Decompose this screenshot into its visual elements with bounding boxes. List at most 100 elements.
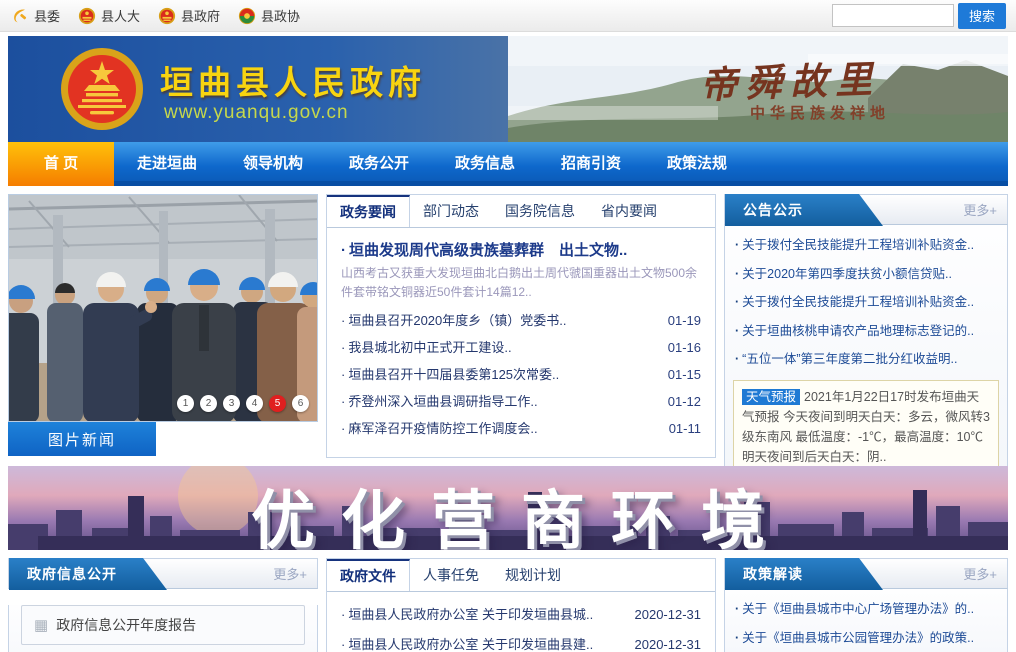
topbar-link-county-cppcc[interactable]: 县政协 bbox=[238, 6, 300, 25]
policy-item[interactable]: 关于《垣曲县城市公园管理办法》的政策.. bbox=[735, 624, 997, 652]
annual-report-label: 政府信息公开年度报告 bbox=[56, 615, 196, 635]
cppcc-emblem-icon bbox=[238, 7, 256, 25]
doc-item[interactable]: 垣曲县人民政府办公室 关于印发垣曲县建..2020-12-31 bbox=[341, 630, 701, 652]
tab-personnel[interactable]: 人事任免 bbox=[410, 559, 492, 591]
doc-item[interactable]: 垣曲县人民政府办公室 关于印发垣曲县城..2020-12-31 bbox=[341, 600, 701, 630]
topbar-link-county-committee[interactable]: 县委 bbox=[10, 6, 60, 25]
carousel-dot-1[interactable]: 1 bbox=[177, 395, 194, 412]
notice-item[interactable]: 关于拨付全民技能提升工程培训补贴资金.. bbox=[735, 288, 997, 317]
carousel-dot-6[interactable]: 6 bbox=[292, 395, 309, 412]
topbar-link-county-government[interactable]: 县政府 bbox=[158, 6, 220, 25]
page: 县委 县人大 县政府 县政协 搜索 bbox=[0, 0, 1016, 652]
info-disclosure-panel: 政府信息公开 更多+ ▦ 政府信息公开年度报告 bbox=[8, 558, 318, 652]
info-panel-header: 政府信息公开 更多+ bbox=[8, 558, 318, 589]
notice-item[interactable]: 关于拨付全民技能提升工程培训补贴资金.. bbox=[735, 231, 997, 260]
news-item[interactable]: 麻军泽召开疫情防控工作调度会..01-11 bbox=[341, 415, 701, 442]
gov-documents-panel: 政府文件 人事任免 规划计划 垣曲县人民政府办公室 关于印发垣曲县城..2020… bbox=[326, 558, 716, 652]
search-button[interactable]: 搜索 bbox=[958, 3, 1006, 29]
info-more-link[interactable]: 更多+ bbox=[273, 559, 307, 590]
search-area: 搜索 bbox=[832, 3, 1006, 29]
topbar-link-label: 县政府 bbox=[181, 6, 220, 25]
national-emblem-icon bbox=[78, 7, 96, 25]
notice-panel: 公告公示 更多+ 关于拨付全民技能提升工程培训补贴资金.. 关于2020年第四季… bbox=[724, 194, 1008, 458]
news-item[interactable]: 我县城北初中正式开工建设..01-16 bbox=[341, 334, 701, 361]
nav-item-policy-law[interactable]: 政策法规 bbox=[644, 142, 750, 186]
site-header: 垣曲县人民政府 www.yuanqu.gov.cn 帝舜故里 中华民族发祥地 bbox=[8, 36, 1008, 142]
carousel-dot-5[interactable]: 5 bbox=[269, 395, 286, 412]
notice-panel-title: 公告公示 bbox=[725, 194, 883, 226]
news-date: 01-11 bbox=[669, 415, 701, 442]
notice-item[interactable]: 关于2020年第四季度扶贫小额信贷贴.. bbox=[735, 260, 997, 289]
policy-panel-header: 政策解读 更多+ bbox=[724, 558, 1008, 589]
policy-list: 关于《垣曲县城市中心广场管理办法》的.. 关于《垣曲县城市公园管理办法》的政策.… bbox=[725, 589, 1007, 652]
search-input[interactable] bbox=[832, 4, 954, 27]
carousel-photo[interactable]: 1 2 3 4 5 6 bbox=[8, 194, 318, 422]
doc-date: 2020-12-31 bbox=[635, 600, 702, 630]
slogan-calligraphy: 帝舜故里 bbox=[699, 49, 881, 109]
tab-dept-updates[interactable]: 部门动态 bbox=[410, 195, 492, 227]
national-emblem-logo bbox=[60, 47, 144, 131]
tab-provincial-news[interactable]: 省内要闻 bbox=[588, 195, 670, 227]
photo-carousel: 1 2 3 4 5 6 图片新闻 bbox=[8, 194, 318, 458]
policy-item[interactable]: 关于《垣曲县城市中心广场管理办法》的.. bbox=[735, 595, 997, 624]
nav-item-leadership[interactable]: 领导机构 bbox=[220, 142, 326, 186]
notice-more-link[interactable]: 更多+ bbox=[963, 195, 997, 226]
carousel-dot-2[interactable]: 2 bbox=[200, 395, 217, 412]
weather-box: 天气预报2021年1月22日17时发布垣曲天气预报 今天夜间到明天白天：多云，微… bbox=[733, 380, 999, 474]
tab-gov-documents[interactable]: 政府文件 bbox=[327, 559, 410, 591]
carousel-pagination: 1 2 3 4 5 6 bbox=[177, 395, 309, 412]
info-panel-body: ▦ 政府信息公开年度报告 bbox=[8, 605, 318, 652]
slogan-subtitle: 中华民族发祥地 bbox=[750, 102, 890, 123]
promo-banner[interactable]: 优化营商环境 bbox=[8, 466, 1008, 550]
carousel-caption[interactable]: 图片新闻 bbox=[8, 422, 156, 456]
nav-item-about[interactable]: 走进垣曲 bbox=[114, 142, 220, 186]
info-panel-title: 政府信息公开 bbox=[9, 558, 167, 590]
site-url: www.yuanqu.gov.cn bbox=[164, 102, 349, 124]
news-date: 01-12 bbox=[668, 388, 701, 415]
topbar-links: 县委 县人大 县政府 县政协 bbox=[10, 6, 300, 25]
carousel-dot-4[interactable]: 4 bbox=[246, 395, 263, 412]
policy-more-link[interactable]: 更多+ bbox=[963, 559, 997, 590]
top-bar: 县委 县人大 县政府 县政协 搜索 bbox=[0, 0, 1016, 32]
weather-badge: 天气预报 bbox=[742, 389, 800, 405]
doc-list: 垣曲县人民政府办公室 关于印发垣曲县城..2020-12-31 垣曲县人民政府办… bbox=[327, 592, 715, 652]
topbar-link-label: 县委 bbox=[34, 6, 60, 25]
news-panel: 政务要闻 部门动态 国务院信息 省内要闻 垣曲发现周代高级贵族墓葬群 出土文物.… bbox=[326, 194, 716, 458]
nav-item-investment[interactable]: 招商引资 bbox=[538, 142, 644, 186]
news-item[interactable]: 垣曲县召开2020年度乡（镇）党委书..01-19 bbox=[341, 307, 701, 334]
news-item[interactable]: 垣曲县召开十四届县委第125次常委..01-15 bbox=[341, 361, 701, 388]
policy-panel-body: 关于《垣曲县城市中心广场管理办法》的.. 关于《垣曲县城市公园管理办法》的政策.… bbox=[724, 589, 1008, 652]
construction-site-photo-art bbox=[9, 195, 318, 422]
nav-item-gov-info[interactable]: 政务信息 bbox=[432, 142, 538, 186]
nav-item-gov-disclosure[interactable]: 政务公开 bbox=[326, 142, 432, 186]
notice-panel-header: 公告公示 更多+ bbox=[724, 194, 1008, 225]
national-emblem-icon bbox=[158, 7, 176, 25]
main-nav: 首 页 走进垣曲 领导机构 政务公开 政务信息 招商引资 政策法规 bbox=[8, 142, 1008, 186]
news-list: 垣曲县召开2020年度乡（镇）党委书..01-19 我县城北初中正式开工建设..… bbox=[327, 303, 715, 442]
notice-panel-body: 关于拨付全民技能提升工程培训补贴资金.. 关于2020年第四季度扶贫小额信贷贴.… bbox=[724, 225, 1008, 483]
carousel-dot-3[interactable]: 3 bbox=[223, 395, 240, 412]
news-date: 01-19 bbox=[668, 307, 701, 334]
tab-planning[interactable]: 规划计划 bbox=[492, 559, 574, 591]
docs-tabs: 政府文件 人事任免 规划计划 bbox=[327, 559, 715, 592]
tab-state-council-info[interactable]: 国务院信息 bbox=[492, 195, 588, 227]
news-headline[interactable]: 垣曲发现周代高级贵族墓葬群 出土文物.. bbox=[327, 228, 715, 260]
notice-list: 关于拨付全民技能提升工程培训补贴资金.. 关于2020年第四季度扶贫小额信贷贴.… bbox=[725, 225, 1007, 376]
carousel-caption-bar: 图片新闻 bbox=[8, 422, 318, 456]
news-summary: 山西考古又获重大发现垣曲北白鹅出土周代虢国重器出土文物500余件套带铭文铜器近5… bbox=[327, 260, 715, 303]
notice-item[interactable]: “五位一体”第三年度第二批分红收益明.. bbox=[735, 345, 997, 374]
topbar-link-county-congress[interactable]: 县人大 bbox=[78, 6, 140, 25]
policy-panel-title: 政策解读 bbox=[725, 558, 883, 590]
grid-icon: ▦ bbox=[34, 616, 48, 634]
annual-report-button[interactable]: ▦ 政府信息公开年度报告 bbox=[21, 605, 305, 645]
topbar-link-label: 县人大 bbox=[101, 6, 140, 25]
news-item[interactable]: 乔登州深入垣曲县调研指导工作..01-12 bbox=[341, 388, 701, 415]
site-title: 垣曲县人民政府 bbox=[160, 56, 426, 104]
notice-item[interactable]: 关于垣曲核桃申请农产品地理标志登记的.. bbox=[735, 317, 997, 346]
nav-item-home[interactable]: 首 页 bbox=[8, 142, 114, 186]
policy-panel: 政策解读 更多+ 关于《垣曲县城市中心广场管理办法》的.. 关于《垣曲县城市公园… bbox=[724, 558, 1008, 652]
news-date: 01-16 bbox=[668, 334, 701, 361]
topbar-link-label: 县政协 bbox=[261, 6, 300, 25]
main-content: 1 2 3 4 5 6 图片新闻 政务要闻 部门动态 国务院信息 省内要闻 垣曲… bbox=[8, 194, 1008, 458]
tab-gov-news[interactable]: 政务要闻 bbox=[327, 195, 410, 227]
